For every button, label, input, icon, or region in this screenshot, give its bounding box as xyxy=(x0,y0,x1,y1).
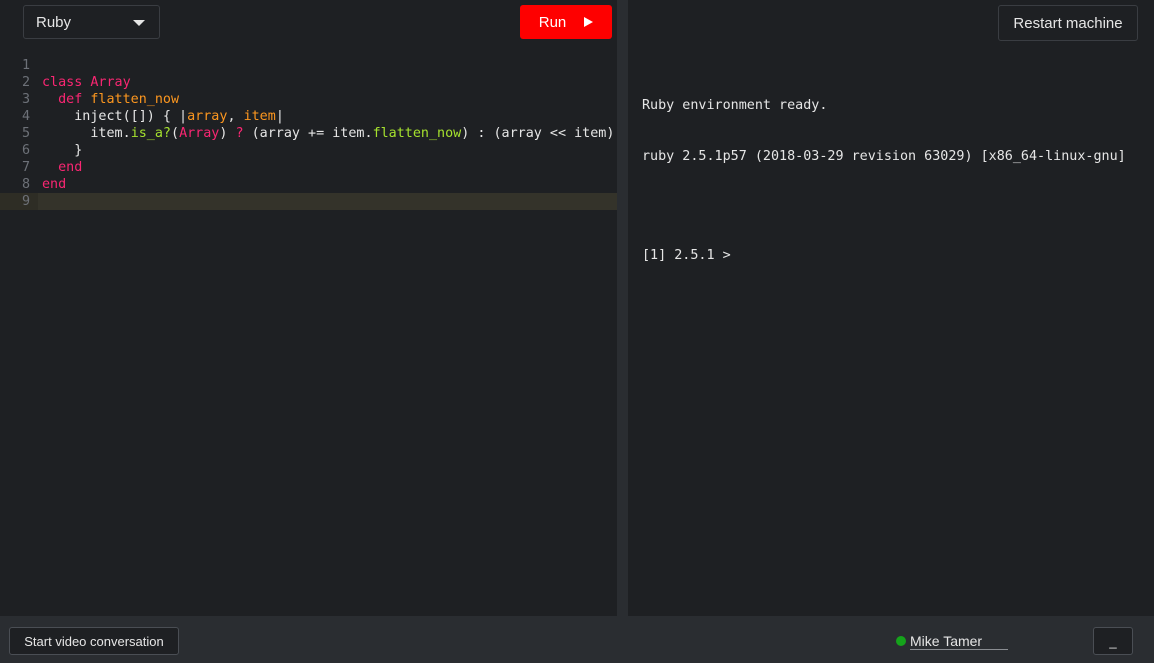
line-number: 5 xyxy=(21,126,30,141)
code-token: item xyxy=(243,109,276,124)
line-number: 1 xyxy=(21,58,30,73)
editor-pane: Ruby Run 1 2 class Array 3 def flatten_now 4… xyxy=(0,0,617,616)
start-video-conversation-button[interactable]: Start video conversation xyxy=(9,627,179,655)
code-line[interactable]: 2 class Array xyxy=(0,74,617,91)
code-token: end xyxy=(58,160,83,175)
line-number: 9 xyxy=(21,194,30,209)
code-token: ) : (array << item) xyxy=(461,126,615,141)
terminal-line: Ruby environment ready. xyxy=(642,98,828,113)
user-name-field[interactable] xyxy=(910,632,1008,650)
code-token: def xyxy=(58,92,91,107)
code-token: item. xyxy=(42,126,131,141)
language-select-value: Ruby xyxy=(36,13,72,31)
code-token: ? xyxy=(235,126,244,141)
code-token: | xyxy=(275,109,284,124)
code-text: def flatten_now xyxy=(42,91,179,108)
coding-interview-app: Ruby Run 1 2 class Array 3 def flatten_now 4… xyxy=(0,0,1154,663)
code-line[interactable]: 9 xyxy=(0,193,617,210)
code-token: } xyxy=(42,143,83,158)
code-line[interactable]: 4 inject([]) { |array, item| xyxy=(0,108,617,125)
code-token: ) xyxy=(219,126,236,141)
code-text: class Array xyxy=(42,74,131,91)
run-button-label: Run xyxy=(538,13,567,31)
code-text: item.is_a?(Array) ? (array += item.flatt… xyxy=(42,125,614,142)
line-number: 8 xyxy=(21,177,30,192)
line-number: 3 xyxy=(21,92,30,107)
code-token: (array += item. xyxy=(243,126,373,141)
language-select[interactable]: Ruby xyxy=(23,5,160,39)
code-line[interactable]: 1 xyxy=(0,57,617,74)
code-token: flatten_now xyxy=(372,126,462,141)
line-number: 4 xyxy=(21,109,30,124)
code-token: is_a? xyxy=(130,126,171,141)
code-token: inject([]) { | xyxy=(42,109,188,124)
caret-down-icon xyxy=(133,20,145,26)
terminal-pane: Restart machine Ruby environment ready. … xyxy=(628,0,1154,616)
terminal-line: ruby 2.5.1p57 (2018-03-29 revision 63029… xyxy=(642,149,1126,164)
code-token: end xyxy=(42,177,67,192)
code-editor[interactable]: 1 2 class Array 3 def flatten_now 4 inject([… xyxy=(0,57,617,210)
user-presence xyxy=(896,632,1008,650)
play-icon xyxy=(584,17,594,27)
code-line[interactable]: 8 end xyxy=(0,176,617,193)
code-token: , xyxy=(227,109,244,124)
code-text: end xyxy=(42,176,66,193)
active-line-highlight xyxy=(38,193,617,210)
run-button[interactable]: Run xyxy=(520,5,612,39)
terminal-output[interactable]: Ruby environment ready. ruby 2.5.1p57 (2… xyxy=(642,63,1147,298)
code-line[interactable]: 7 end xyxy=(0,159,617,176)
terminal-prompt: [1] 2.5.1 > xyxy=(642,248,731,263)
code-token: class xyxy=(42,75,91,90)
code-token: Array xyxy=(179,126,220,141)
code-line[interactable]: 6 } xyxy=(0,142,617,159)
code-line[interactable]: 5 item.is_a?(Array) ? (array += item.fla… xyxy=(0,125,617,142)
terminal-spacer xyxy=(642,199,1147,213)
code-text: } xyxy=(42,142,82,159)
online-status-icon xyxy=(896,636,906,646)
code-token: ( xyxy=(171,126,180,141)
line-number: 2 xyxy=(21,75,30,90)
code-line[interactable]: 3 def flatten_now xyxy=(0,91,617,108)
restart-machine-button[interactable]: Restart machine xyxy=(998,5,1138,41)
line-number: 6 xyxy=(21,143,30,158)
pane-splitter[interactable] xyxy=(617,0,628,616)
code-token: Array xyxy=(90,75,131,90)
code-token: flatten_now xyxy=(90,92,180,107)
code-token: array xyxy=(187,109,228,124)
bottom-bar: Start video conversation _ xyxy=(0,616,1154,663)
minimize-button[interactable]: _ xyxy=(1093,627,1133,655)
code-text: inject([]) { |array, item| xyxy=(42,108,284,125)
line-number: 7 xyxy=(21,160,30,175)
code-text: end xyxy=(42,159,82,176)
